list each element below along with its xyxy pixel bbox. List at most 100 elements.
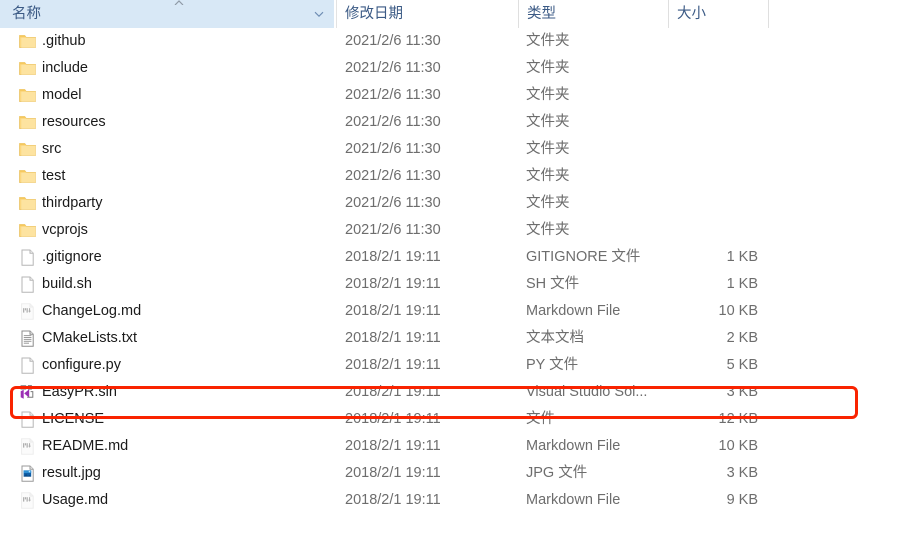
markdown-file-icon xyxy=(18,302,37,321)
markdown-file-icon xyxy=(18,491,37,510)
file-name-cell: thirdparty xyxy=(42,195,103,211)
column-header-type[interactable]: 类型 xyxy=(518,0,668,28)
table-row[interactable]: model 2021/2/6 11:30 文件夹 xyxy=(0,82,911,109)
column-header-size-label: 大小 xyxy=(677,6,706,22)
folder-icon xyxy=(18,167,37,186)
folder-icon xyxy=(18,221,37,240)
date-modified-cell: 2018/2/1 19:11 xyxy=(345,492,441,508)
file-size-cell xyxy=(648,28,758,55)
file-type-cell: 文本文档 xyxy=(526,330,584,346)
file-type-cell: Visual Studio Sol... xyxy=(526,384,648,400)
date-modified-cell: 2021/2/6 11:30 xyxy=(345,141,441,157)
date-modified-cell: 2018/2/1 19:11 xyxy=(345,249,441,265)
date-modified-cell: 2018/2/1 19:11 xyxy=(345,465,441,481)
file-name-cell: result.jpg xyxy=(42,465,101,481)
folder-icon xyxy=(18,140,37,159)
blank-file-icon xyxy=(18,275,37,294)
column-header-name-label: 名称 xyxy=(12,6,41,22)
date-modified-cell: 2021/2/6 11:30 xyxy=(345,168,441,184)
file-size-cell: 10 KB xyxy=(718,438,759,454)
file-type-cell: GITIGNORE 文件 xyxy=(526,249,641,265)
file-type-cell: 文件夹 xyxy=(526,60,570,76)
file-type-cell: JPG 文件 xyxy=(526,465,588,481)
svg-text:12: 12 xyxy=(28,386,32,390)
file-size-cell xyxy=(648,136,758,163)
table-row[interactable]: include 2021/2/6 11:30 文件夹 xyxy=(0,55,911,82)
file-size-cell: 10 KB xyxy=(718,303,759,319)
date-modified-cell: 2018/2/1 19:11 xyxy=(345,357,441,373)
file-type-cell: 文件夹 xyxy=(526,33,570,49)
table-row[interactable]: Usage.md 2018/2/1 19:11 Markdown File 9 KB xyxy=(0,487,911,514)
blank-file-icon xyxy=(18,356,37,375)
file-size-cell: 9 KB xyxy=(726,492,758,508)
file-name-cell: .gitignore xyxy=(42,249,102,265)
table-row[interactable]: configure.py 2018/2/1 19:11 PY 文件 5 KB xyxy=(0,352,911,379)
file-size-cell: 2 KB xyxy=(726,330,758,346)
chevron-up-partial-icon xyxy=(172,0,186,5)
file-type-cell: 文件 xyxy=(526,411,555,427)
chevron-down-icon[interactable] xyxy=(313,8,325,20)
table-row[interactable]: .github 2021/2/6 11:30 文件夹 xyxy=(0,28,911,55)
file-size-cell: 3 KB xyxy=(726,465,758,481)
folder-icon xyxy=(18,86,37,105)
date-modified-cell: 2021/2/6 11:30 xyxy=(345,222,441,238)
file-size-cell xyxy=(648,190,758,217)
date-modified-cell: 2021/2/6 11:30 xyxy=(345,33,441,49)
table-row[interactable]: ChangeLog.md 2018/2/1 19:11 Markdown File 1… xyxy=(0,298,911,325)
table-row[interactable]: 12 EasyPR.sln 2018/2/1 19:11 Visual Studio … xyxy=(0,379,911,406)
date-modified-cell: 2021/2/6 11:30 xyxy=(345,87,441,103)
file-size-cell: 1 KB xyxy=(726,276,758,292)
table-row[interactable]: src 2021/2/6 11:30 文件夹 xyxy=(0,136,911,163)
date-modified-cell: 2018/2/1 19:11 xyxy=(345,438,441,454)
table-row[interactable]: LICENSE 2018/2/1 19:11 文件 12 KB xyxy=(0,406,911,433)
file-name-cell: vcprojs xyxy=(42,222,88,238)
file-type-cell: 文件夹 xyxy=(526,114,570,130)
file-size-cell: 3 KB xyxy=(726,384,758,400)
date-modified-cell: 2018/2/1 19:11 xyxy=(345,384,441,400)
file-name-cell: test xyxy=(42,168,66,184)
blank-file-icon xyxy=(18,248,37,267)
file-name-cell: .github xyxy=(42,33,86,49)
date-modified-cell: 2018/2/1 19:11 xyxy=(345,303,441,319)
table-row[interactable]: resources 2021/2/6 11:30 文件夹 xyxy=(0,109,911,136)
date-modified-cell: 2018/2/1 19:11 xyxy=(345,330,441,346)
table-row[interactable]: build.sh 2018/2/1 19:11 SH 文件 1 KB xyxy=(0,271,911,298)
table-row[interactable]: .gitignore 2018/2/1 19:11 GITIGNORE 文件 1 KB xyxy=(0,244,911,271)
date-modified-cell: 2021/2/6 11:30 xyxy=(345,60,441,76)
visual-studio-solution-icon: 12 xyxy=(18,383,37,402)
date-modified-cell: 2021/2/6 11:30 xyxy=(345,114,441,130)
file-type-cell: Markdown File xyxy=(526,492,621,508)
file-size-cell: 5 KB xyxy=(726,357,758,373)
table-row[interactable]: thirdparty 2021/2/6 11:30 文件夹 xyxy=(0,190,911,217)
folder-icon xyxy=(18,59,37,78)
file-name-cell: ChangeLog.md xyxy=(42,303,142,319)
column-header-date-modified[interactable]: 修改日期 xyxy=(336,0,518,28)
text-file-icon xyxy=(18,329,37,348)
file-size-cell xyxy=(648,217,758,244)
table-row[interactable]: CMakeLists.txt 2018/2/1 19:11 文本文档 2 KB xyxy=(0,325,911,352)
file-type-cell: PY 文件 xyxy=(526,357,579,373)
column-header-type-label: 类型 xyxy=(527,6,556,22)
file-type-cell: Markdown File xyxy=(526,438,621,454)
table-row[interactable]: README.md 2018/2/1 19:11 Markdown File 10 K… xyxy=(0,433,911,460)
file-type-cell: 文件夹 xyxy=(526,87,570,103)
column-header-size[interactable]: 大小 xyxy=(668,0,769,28)
file-size-cell: 1 KB xyxy=(726,249,758,265)
file-name-cell: configure.py xyxy=(42,357,121,373)
file-name-cell: include xyxy=(42,60,88,76)
file-name-cell: README.md xyxy=(42,438,129,454)
file-type-cell: 文件夹 xyxy=(526,141,570,157)
file-size-cell xyxy=(648,82,758,109)
file-name-cell: EasyPR.sln xyxy=(42,384,117,400)
file-name-cell: CMakeLists.txt xyxy=(42,330,138,346)
date-modified-cell: 2021/2/6 11:30 xyxy=(345,195,441,211)
table-row[interactable]: result.jpg 2018/2/1 19:11 JPG 文件 3 KB xyxy=(0,460,911,487)
file-name-cell: src xyxy=(42,141,62,157)
table-row[interactable]: test 2021/2/6 11:30 文件夹 xyxy=(0,163,911,190)
table-row[interactable]: vcprojs 2021/2/6 11:30 文件夹 xyxy=(0,217,911,244)
file-name-cell: Usage.md xyxy=(42,492,109,508)
file-size-cell xyxy=(648,109,758,136)
file-size-cell: 12 KB xyxy=(718,411,759,427)
column-header-row: 名称 修改日期 类型 大小 xyxy=(0,0,911,28)
column-header-name[interactable]: 名称 xyxy=(0,0,334,28)
